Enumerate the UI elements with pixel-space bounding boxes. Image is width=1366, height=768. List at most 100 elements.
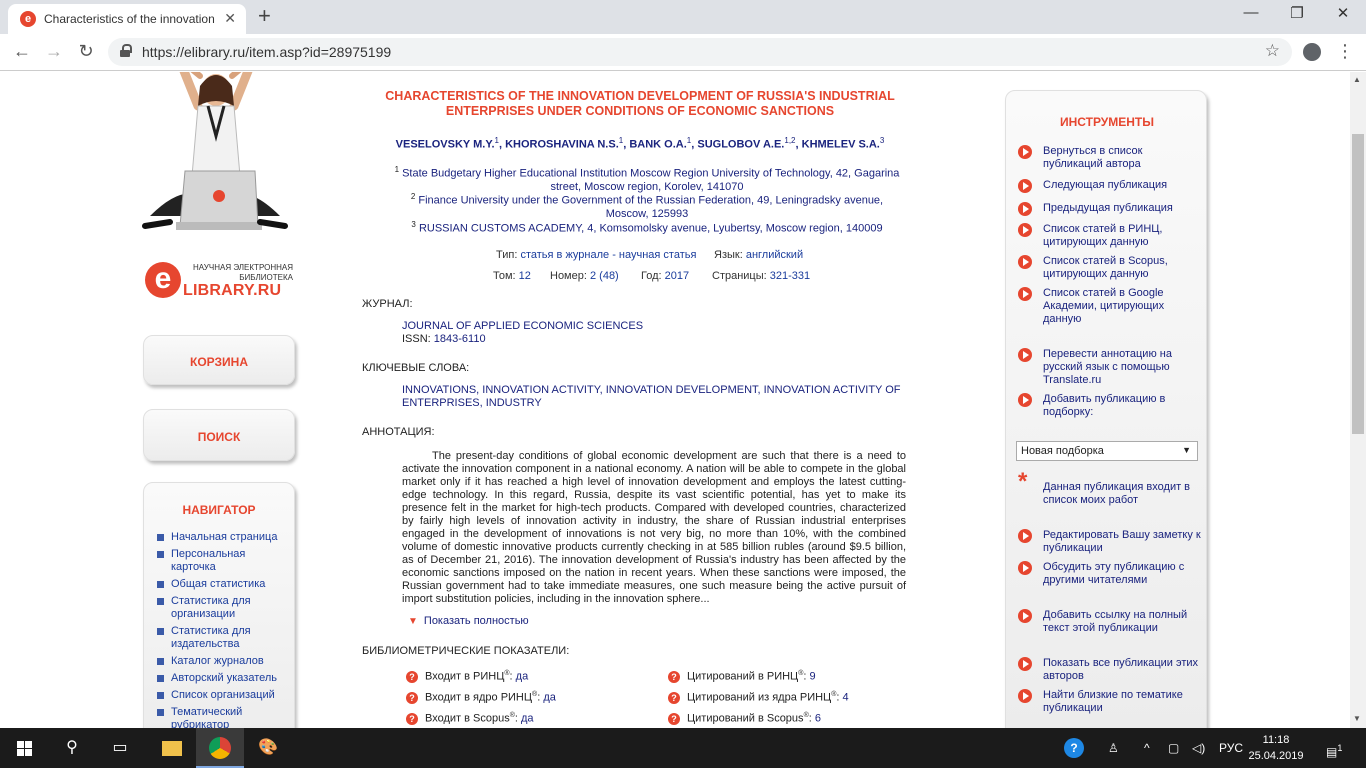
metric-value: да xyxy=(521,712,534,725)
author-link[interactable]: VESELOVSKY M.Y. xyxy=(396,139,495,151)
nav-item-org-list[interactable]: Список организаций xyxy=(144,689,294,702)
network-tray-icon[interactable]: ▢ xyxy=(1168,728,1179,768)
tool-label: Предыдущая публикация xyxy=(1043,202,1173,214)
people-tray-icon[interactable]: ♙ xyxy=(1108,728,1119,768)
minimize-button[interactable]: — xyxy=(1228,4,1274,21)
help-tray-icon[interactable]: ? xyxy=(1064,728,1084,768)
nav-item-publisher-stats[interactable]: Статистика для издательства xyxy=(144,625,294,651)
affiliation-number: 2 xyxy=(410,192,416,201)
nav-item-journal-catalog[interactable]: Каталог журналов xyxy=(144,655,294,668)
nav-item-home[interactable]: Начальная страница xyxy=(144,531,294,544)
task-view-icon[interactable]: ▭ xyxy=(96,728,144,768)
scroll-down-arrow-icon[interactable]: ▼ xyxy=(1353,714,1361,723)
help-question-icon[interactable]: ? xyxy=(668,670,680,683)
close-tab-icon[interactable]: ✕ xyxy=(224,10,236,27)
reload-button[interactable]: ↻ xyxy=(74,41,98,62)
input-language-indicator[interactable]: РУС xyxy=(1219,728,1243,768)
chrome-taskbar-icon[interactable] xyxy=(196,728,244,768)
affiliation-org-link[interactable]: State Budgetary Higher Educational Insti… xyxy=(402,168,830,180)
affiliation-number: 3 xyxy=(411,220,416,229)
triangle-down-icon: ▼ xyxy=(408,616,418,627)
article-volume: Том: 12 xyxy=(493,270,531,282)
tool-label: Найти близкие по тематике публикации xyxy=(1043,689,1183,714)
page-scrollbar[interactable]: ▲ ▼ xyxy=(1350,72,1366,728)
url-bar[interactable]: https://elibrary.ru/item.asp?id=28975199… xyxy=(108,38,1292,66)
issue-number-link[interactable]: 2 (48) xyxy=(590,270,619,282)
help-question-icon[interactable]: ? xyxy=(668,691,680,704)
logo-e-icon: e xyxy=(145,262,181,298)
nav-item-rubricator[interactable]: Тематический рубрикатор xyxy=(144,706,294,728)
help-question-icon[interactable]: ? xyxy=(406,712,418,725)
start-button[interactable] xyxy=(0,728,48,768)
search-link[interactable]: ПОИСК xyxy=(144,430,294,444)
number-label: Номер: xyxy=(550,270,587,282)
show-full-abstract-link[interactable]: ▼ Показать полностью xyxy=(408,615,529,627)
close-window-button[interactable]: ✕ xyxy=(1320,4,1366,22)
article-number: Номер: 2 (48) xyxy=(550,270,619,282)
metric-citations-scopus: ? Цитирований в Scopus®: 6 xyxy=(668,712,821,725)
maximize-button[interactable]: ❐ xyxy=(1274,4,1320,22)
navigator-list: Начальная страница Персональная карточка… xyxy=(144,531,294,728)
tool-label: Вернуться в список публикаций автора xyxy=(1043,145,1143,170)
nav-item-org-stats[interactable]: Статистика для организации xyxy=(144,595,294,621)
paint-taskbar-icon[interactable]: 🎨 xyxy=(244,728,292,768)
metric-value: да xyxy=(515,670,529,683)
taskbar-clock[interactable]: 11:18 25.04.2019 xyxy=(1246,732,1306,764)
metric-value-link[interactable]: 9 xyxy=(809,671,815,683)
author-link[interactable]: KHMELEV S.A. xyxy=(802,139,880,151)
collection-select-value: Новая подборка xyxy=(1021,445,1104,457)
metric-in-scopus: ? Входит в Scopus®: да xyxy=(406,712,534,725)
show-hidden-icons[interactable]: ^ xyxy=(1144,728,1150,768)
author-affil-sup: 1 xyxy=(618,136,624,145)
show-full-label: Показать полностью xyxy=(423,615,529,627)
metric-value-link[interactable]: 6 xyxy=(815,713,821,725)
help-question-icon[interactable]: ? xyxy=(406,670,418,683)
forward-button[interactable]: → xyxy=(42,41,66,62)
browser-tab[interactable]: e Characteristics of the innovation ✕ xyxy=(8,4,246,34)
bookmark-star-icon[interactable]: ☆ xyxy=(1265,41,1280,61)
affiliation-2: 2 Finance University under the Governmen… xyxy=(392,190,902,221)
logo-wordmark-library: LIBRARY xyxy=(183,282,254,299)
author-link[interactable]: SUGLOBOV A.E. xyxy=(697,139,784,151)
browser-menu-icon[interactable]: ⋮ xyxy=(1336,41,1354,62)
nav-item-personal-card[interactable]: Персональная карточка xyxy=(144,548,294,574)
nav-item-author-index[interactable]: Авторский указатель xyxy=(144,672,294,685)
keywords-links[interactable]: INNOVATIONS, INNOVATION ACTIVITY, INNOVA… xyxy=(402,384,902,410)
help-question-icon[interactable]: ? xyxy=(406,691,418,704)
author-link[interactable]: KHOROSHAVINA N.S. xyxy=(505,139,619,151)
asterisk-icon: * xyxy=(1018,468,1028,495)
volume-tray-icon[interactable]: ◁) xyxy=(1192,728,1205,768)
scrollbar-thumb[interactable] xyxy=(1352,134,1364,434)
affiliation-org-link[interactable]: RUSSIAN CUSTOMS ACADEMY xyxy=(419,223,581,235)
new-tab-button[interactable]: + xyxy=(258,4,271,28)
tool-label: Следующая публикация xyxy=(1043,179,1168,191)
metric-value-link[interactable]: 4 xyxy=(843,692,849,704)
language-label: Язык: xyxy=(714,249,743,261)
affiliation-org-link[interactable]: Finance University under the Government … xyxy=(418,195,751,207)
elibrary-favicon-icon: e xyxy=(20,11,36,27)
volume-link[interactable]: 12 xyxy=(519,270,531,282)
cart-box[interactable]: КОРЗИНА xyxy=(143,335,295,385)
file-explorer-icon[interactable] xyxy=(148,728,196,768)
tool-label: Список статей в РИНЦ, цитирующих данную xyxy=(1043,223,1163,248)
author-link[interactable]: BANK O.A. xyxy=(629,139,686,151)
registered-mark: ® xyxy=(803,712,809,719)
help-question-icon[interactable]: ? xyxy=(668,712,680,725)
profile-avatar-icon[interactable] xyxy=(1303,43,1321,61)
registered-mark: ® xyxy=(831,691,837,698)
nav-item-general-stats[interactable]: Общая статистика xyxy=(144,578,294,591)
dropdown-arrow-icon: ▼ xyxy=(1182,445,1191,455)
journal-name-link[interactable]: JOURNAL OF APPLIED ECONOMIC SCIENCES xyxy=(402,320,643,333)
scroll-up-arrow-icon[interactable]: ▲ xyxy=(1353,75,1361,84)
elibrary-logo[interactable]: e НАУЧНАЯ ЭЛЕКТРОННАЯ БИБЛИОТЕКА LIBRARY… xyxy=(145,262,295,302)
keywords-header: КЛЮЧЕВЫЕ СЛОВА: xyxy=(362,362,470,374)
tool-label: Добавить публикацию в подборку: xyxy=(1043,393,1166,418)
author-affil-sup: 1 xyxy=(686,136,692,145)
collection-select[interactable]: Новая подборка ▼ xyxy=(1016,441,1198,461)
search-box[interactable]: ПОИСК xyxy=(143,409,295,461)
search-taskbar-icon[interactable]: ⚲ xyxy=(48,728,96,768)
back-button[interactable]: ← xyxy=(10,41,34,62)
cart-link[interactable]: КОРЗИНА xyxy=(144,355,294,369)
author-affil-sup: 1,2 xyxy=(784,136,796,145)
notifications-icon[interactable]: ▤1 xyxy=(1326,728,1342,768)
